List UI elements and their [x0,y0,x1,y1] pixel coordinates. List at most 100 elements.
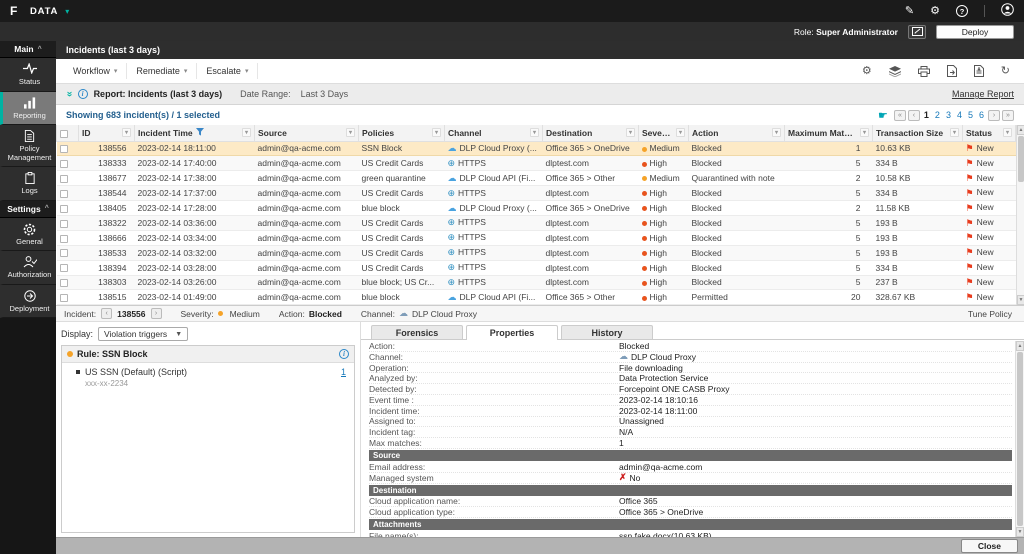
incident-row-138677[interactable]: 1386772023-02-14 17:38:00admin@qa-acme.c… [57,171,1016,186]
column-header-severity[interactable]: Severity▾ [639,125,689,141]
scroll-thumb[interactable] [1018,136,1024,182]
sidebar-section-main[interactable]: Main^ [0,41,56,58]
page-number-3[interactable]: 3 [944,110,953,120]
row-checkbox[interactable] [57,260,79,275]
column-header-transaction-size[interactable]: Transaction Size▾ [873,125,963,141]
prev-page-button[interactable]: ‹ [908,110,920,121]
tune-policy-link[interactable]: Tune Policy [968,309,1016,319]
page-number-4[interactable]: 4 [955,110,964,120]
incident-row-138533[interactable]: 1385332023-02-14 03:32:00admin@qa-acme.c… [57,245,1016,260]
column-header-action[interactable]: Action▾ [689,125,785,141]
deploy-status-icon[interactable] [908,25,926,39]
export-report-icon[interactable] [947,65,957,77]
column-menu-icon[interactable]: ▾ [626,128,635,137]
column-menu-icon[interactable]: ▾ [432,128,441,137]
sidebar-item-reporting[interactable]: Reporting [0,92,56,126]
prev-incident-button[interactable]: ‹ [101,308,112,319]
row-checkbox[interactable] [57,290,79,305]
close-button[interactable]: Close [961,539,1018,553]
scroll-up-icon[interactable]: ▲ [1017,125,1024,135]
next-page-button[interactable]: › [988,110,1000,121]
menu-escalate[interactable]: Escalate▾ [197,63,258,79]
rule-info-icon[interactable]: i [339,349,349,359]
sidebar-item-deployment[interactable]: Deployment [0,285,56,319]
row-checkbox[interactable] [57,215,79,230]
column-menu-icon[interactable]: ▾ [950,128,959,137]
column-header-destination[interactable]: Destination▾ [543,125,639,141]
scroll-thumb[interactable] [1017,352,1023,526]
trigger-count-link[interactable]: 1 [341,367,346,377]
column-header-maximum-matches[interactable]: Maximum Matches▾ [785,125,873,141]
column-menu-icon[interactable]: ▾ [122,128,131,137]
menu-workflow[interactable]: Workflow▾ [64,63,127,79]
filter-funnel-icon[interactable] [196,128,204,138]
menu-remediate[interactable]: Remediate▾ [127,63,197,79]
column-menu-icon[interactable]: ▾ [1003,128,1012,137]
row-checkbox[interactable] [57,201,79,216]
column-header-status[interactable]: Status▾ [963,125,1016,141]
page-number-1[interactable]: 1 [922,110,931,120]
sidebar-item-policy-management[interactable]: Policy Management [0,125,56,167]
sidebar-section-settings[interactable]: Settings^ [0,201,56,218]
tab-properties[interactable]: Properties [466,325,558,340]
violation-trigger-row[interactable]: US SSN (Default) (Script) 1 [62,363,354,378]
sidebar-item-status[interactable]: Status [0,58,56,92]
sidebar-item-logs[interactable]: Logs [0,167,56,201]
incident-row-138333[interactable]: 1383332023-02-14 17:40:00admin@qa-acme.c… [57,156,1016,171]
row-checkbox[interactable] [57,275,79,290]
page-number-6[interactable]: 6 [977,110,986,120]
settings-icon[interactable]: ⚙ [930,6,940,17]
column-header-incident-time[interactable]: Incident Time▾ [135,125,255,141]
collapse-chevrons-icon[interactable]: » [65,91,73,97]
deploy-button[interactable]: Deploy [936,25,1014,39]
print-icon[interactable] [918,66,930,77]
info-icon[interactable]: i [78,89,88,99]
column-menu-icon[interactable]: ▾ [772,128,781,137]
row-checkbox[interactable] [57,156,79,171]
row-checkbox[interactable] [57,141,79,156]
table-scrollbar[interactable]: ▲ ▼ [1016,125,1024,305]
user-icon[interactable] [1001,3,1014,19]
row-checkbox[interactable] [57,186,79,201]
layers-icon[interactable] [889,66,901,77]
incident-row-138515[interactable]: 1385152023-02-14 01:49:00admin@qa-acme.c… [57,290,1016,305]
incident-row-138405[interactable]: 1384052023-02-14 17:28:00admin@qa-acme.c… [57,201,1016,216]
incident-row-138666[interactable]: 1386662023-02-14 03:34:00admin@qa-acme.c… [57,230,1016,245]
incident-row-138556[interactable]: 1385562023-02-14 18:11:00admin@qa-acme.c… [57,141,1016,156]
column-menu-icon[interactable]: ▾ [860,128,869,137]
column-menu-icon[interactable]: ▾ [676,128,685,137]
incident-row-138544[interactable]: 1385442023-02-14 17:37:00admin@qa-acme.c… [57,186,1016,201]
row-checkbox[interactable] [57,245,79,260]
row-checkbox[interactable] [57,171,79,186]
incident-row-138303[interactable]: 1383032023-02-14 03:26:00admin@qa-acme.c… [57,275,1016,290]
properties-scrollbar[interactable]: ▲ ▼ [1015,341,1024,537]
table-settings-icon[interactable]: ⚙ [862,66,872,77]
page-number-5[interactable]: 5 [966,110,975,120]
product-name[interactable]: DATA [30,6,58,17]
column-menu-icon[interactable]: ▾ [530,128,539,137]
column-header-policies[interactable]: Policies▾ [359,125,445,141]
column-header-channel[interactable]: Channel▾ [445,125,543,141]
edit-icon[interactable]: ✎ [905,6,914,17]
first-page-button[interactable]: « [894,110,906,121]
page-number-2[interactable]: 2 [933,110,942,120]
column-menu-icon[interactable]: ▾ [346,128,355,137]
scroll-down-icon[interactable]: ▼ [1016,527,1024,537]
row-checkbox[interactable] [57,230,79,245]
incident-row-138322[interactable]: 1383222023-02-14 03:36:00admin@qa-acme.c… [57,215,1016,230]
export-table-icon[interactable] [974,65,984,77]
manage-report-link[interactable]: Manage Report [952,89,1014,99]
column-header-source[interactable]: Source▾ [255,125,359,141]
scroll-down-icon[interactable]: ▼ [1017,295,1024,305]
refresh-icon[interactable]: ↻ [1001,66,1010,77]
tab-history[interactable]: History [561,325,653,339]
sidebar-item-general[interactable]: General [0,218,56,252]
display-select[interactable]: Violation triggers▼ [98,327,188,341]
product-chevron-down-icon[interactable]: ▾ [65,7,69,16]
tab-forensics[interactable]: Forensics [371,325,463,339]
column-menu-icon[interactable]: ▾ [242,128,251,137]
select-all-checkbox[interactable] [57,125,79,141]
last-page-button[interactable]: » [1002,110,1014,121]
next-incident-button[interactable]: › [151,308,162,319]
incident-row-138394[interactable]: 1383942023-02-14 03:28:00admin@qa-acme.c… [57,260,1016,275]
